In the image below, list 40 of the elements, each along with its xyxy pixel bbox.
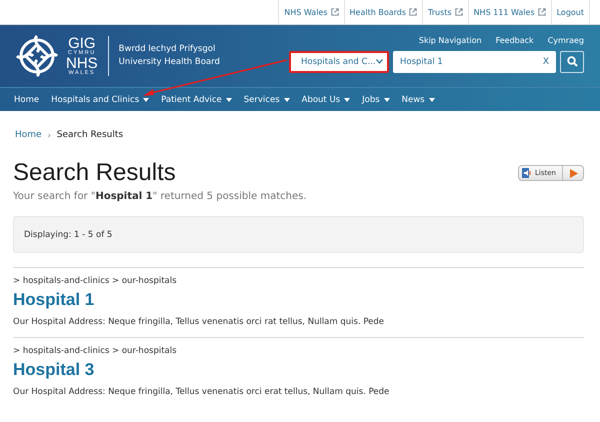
result-path: > hospitals-and-clinics > our-hospitals [13, 276, 178, 286]
result-address: Our Hospital Address: Neque fringilla, Tellus venenatis orci rat tellus, Nullam quis. Pede [13, 317, 386, 327]
nav-item[interactable]: About Us [300, 94, 352, 104]
clear-button[interactable]: X [542, 56, 549, 66]
nav-item[interactable]: Services [242, 94, 292, 104]
top-link[interactable]: NHS Wales [278, 0, 344, 24]
nav-item[interactable]: Hospitals and Clinics [49, 94, 152, 104]
breadcrumb-separator: › [48, 130, 51, 140]
board-name: Bwrdd Iechyd Prifysgol [118, 43, 216, 56]
search-icon [566, 56, 578, 67]
nav-item[interactable]: Jobs [360, 94, 392, 104]
play-icon [569, 168, 578, 178]
logo-text: NHS [66, 56, 98, 71]
result-path: > hospitals-and-clinics > our-hospitals [13, 346, 178, 356]
top-link[interactable]: NHS 111 Wales [468, 0, 551, 24]
result-title-link[interactable]: Hospital 1 [13, 290, 584, 310]
chevron-down-icon [376, 59, 383, 64]
breadcrumb-current: Search Results [56, 130, 124, 140]
nav-item[interactable]: News [400, 94, 437, 104]
search-field[interactable]: Hospital 1 X [393, 50, 556, 72]
scope-select[interactable]: Hospitals and C... [289, 50, 389, 72]
speaker-icon [522, 168, 532, 178]
knot-logo-icon [14, 33, 60, 79]
search-button[interactable] [560, 50, 584, 72]
page-title: Search Results [13, 159, 176, 187]
top-link[interactable]: Logout [550, 0, 590, 24]
top-link[interactable]: Trusts [422, 0, 468, 24]
result-title-link[interactable]: Hospital 3 [13, 360, 584, 380]
result-address: Our Hospital Address: Neque fringilla, Tellus venenatis orci erat tellus, Nullam quis. Pede [13, 387, 390, 397]
header-link[interactable]: Skip Navigation [418, 36, 482, 44]
search-summary: Your search for "Hospital 1" returned 5 possible matches. [13, 191, 308, 202]
logo-text: GIG [68, 36, 96, 50]
breadcrumb-link[interactable]: Home [15, 130, 42, 140]
board-name: University Health Board [118, 56, 220, 69]
results-count: Displaying: 1 - 5 of 5 [24, 230, 112, 240]
header-link[interactable]: Feedback [496, 36, 534, 44]
top-link[interactable]: Health Boards [344, 0, 422, 24]
nav-item[interactable]: Patient Advice [159, 94, 234, 104]
header-link[interactable]: Cymraeg [548, 36, 584, 44]
nav-item[interactable]: Home [12, 94, 42, 104]
